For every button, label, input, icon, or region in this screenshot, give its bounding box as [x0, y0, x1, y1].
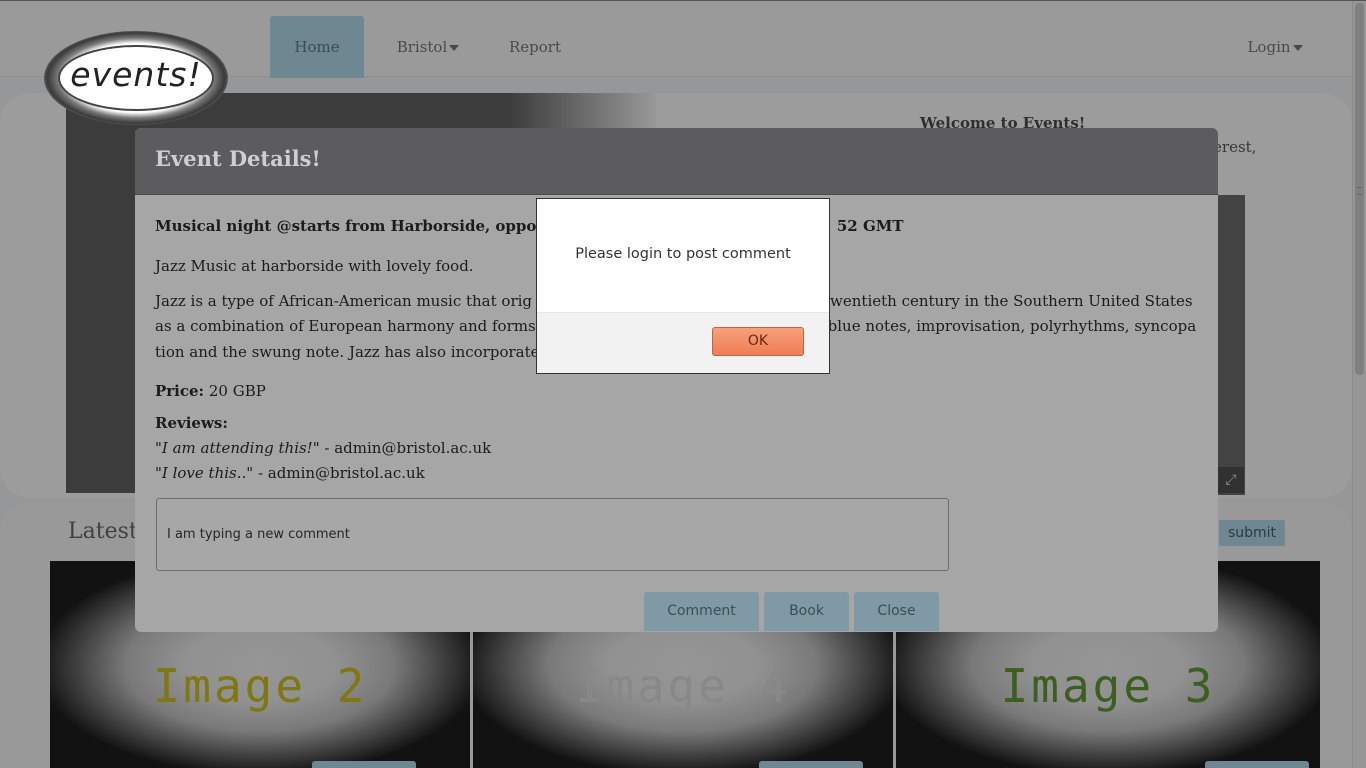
price-value: 20 GBP [208, 382, 266, 400]
comment-button[interactable]: Comment [644, 592, 759, 631]
alert-footer: OK [537, 312, 829, 373]
review-author: admin@bristol.ac.uk [334, 439, 492, 457]
review-item: "I am attending this!" - admin@bristol.a… [155, 439, 492, 457]
event-price: Price: 20 GBP [155, 379, 1198, 405]
ok-button[interactable]: OK [712, 327, 804, 356]
events-logo[interactable]: events! [44, 31, 228, 125]
book-button[interactable]: Book [764, 592, 849, 631]
desc-line1-left: Jazz is a type of African-American music… [155, 291, 533, 310]
close-button[interactable]: Close [854, 592, 939, 631]
reviews-label: Reviews: [155, 413, 228, 432]
event-heading-left: Musical night @starts from Harborside, o… [155, 217, 545, 235]
modal-header: Event Details! [135, 128, 1218, 195]
alert-message: Please login to post comment [575, 246, 791, 262]
modal-title: Event Details! [155, 146, 321, 171]
review-text: I am attending this! [161, 439, 313, 457]
comment-input[interactable]: I am typing a new comment [156, 498, 949, 571]
desc-line1-right: twentieth century in the Southern United… [824, 291, 1193, 310]
review-item: "I love this.." - admin@bristol.ac.uk [155, 464, 425, 482]
review-text: I love this.. [161, 464, 247, 482]
event-heading-right: 52 GMT [836, 217, 904, 235]
login-alert-dialog: Please login to post comment OK [536, 198, 830, 374]
desc-line2-right: blue notes, improvisation, polyrhythms, … [827, 317, 1197, 335]
price-label: Price: [155, 382, 205, 400]
logo-text: events! [70, 55, 202, 94]
desc-line3: tion and the swung note. Jazz has also i… [155, 342, 540, 361]
review-author: admin@bristol.ac.uk [267, 464, 425, 482]
desc-line2-left: as a combination of European harmony and… [155, 317, 536, 335]
